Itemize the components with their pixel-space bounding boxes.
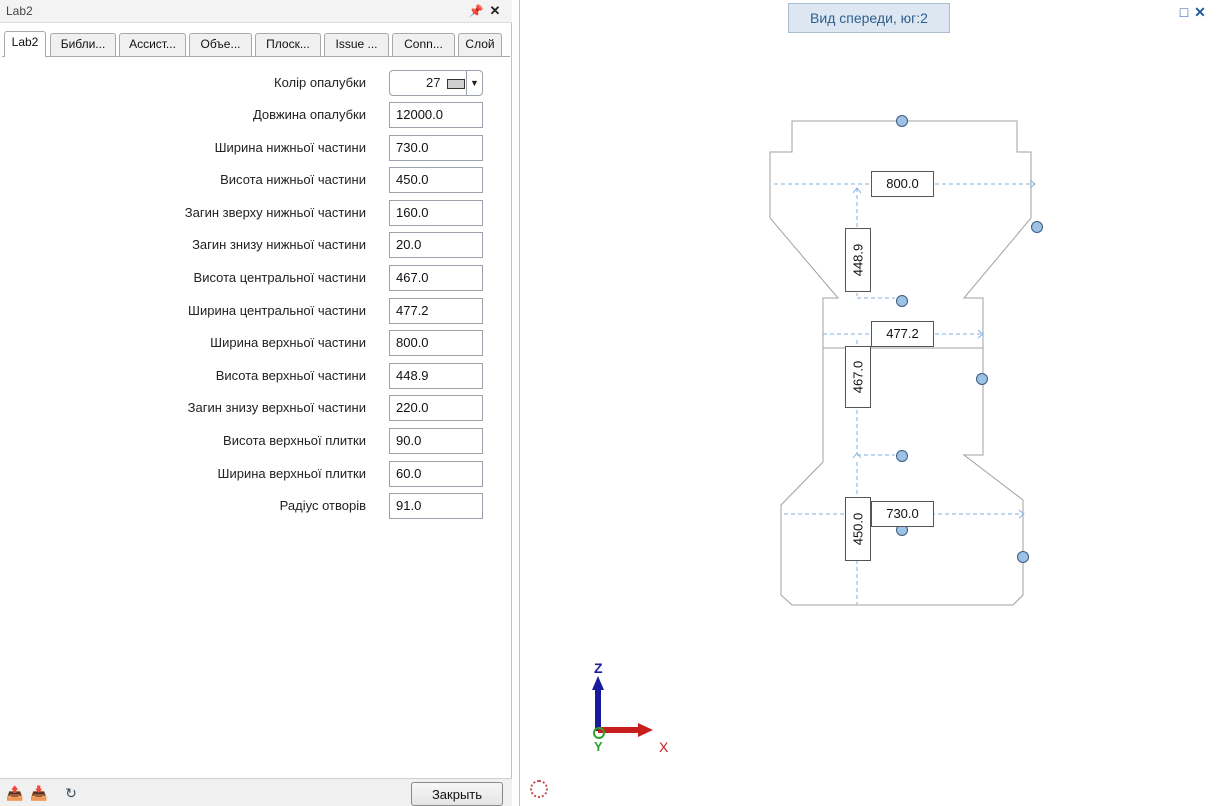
- property-row: Висота верхньої плитки 90.0: [0, 428, 512, 454]
- panel-title: Lab2: [6, 4, 33, 18]
- grip-handle: [896, 450, 908, 462]
- property-label: Висота центральної частини: [193, 270, 366, 285]
- reset-icon[interactable]: ↻: [62, 784, 80, 802]
- color-swatch: [447, 79, 465, 89]
- axis-label-z: Z: [594, 660, 603, 676]
- property-row: Ширина верхньої плитки 60.0: [0, 461, 512, 487]
- navigation-icon[interactable]: [530, 780, 548, 798]
- dimension-arrows: [852, 179, 1036, 519]
- drawing-viewport[interactable]: Вид спереди, юг:2 □ ✕ Z X Y 800.0 448.9 …: [519, 0, 1218, 806]
- property-value-field[interactable]: 20.0: [389, 232, 483, 258]
- tab-objects[interactable]: Объе...: [189, 33, 252, 56]
- property-value-field[interactable]: 90.0: [389, 428, 483, 454]
- tab-connect[interactable]: Conn...: [392, 33, 455, 56]
- property-value-field[interactable]: 730.0: [389, 135, 483, 161]
- property-value-field[interactable]: 450.0: [389, 167, 483, 193]
- property-label: Загин знизу нижньої частини: [192, 237, 366, 252]
- grip-handle: [896, 295, 908, 307]
- import-icon[interactable]: 📥: [30, 784, 48, 802]
- tab-bar: Lab2 Библи... Ассист... Объе... Плоск...…: [2, 31, 510, 57]
- property-row: Ширина верхньої частини 800.0: [0, 330, 512, 356]
- property-value-field[interactable]: 12000.0: [389, 102, 483, 128]
- export-icon[interactable]: 📤: [6, 784, 24, 802]
- property-row: Загин знизу нижньої частини 20.0: [0, 232, 512, 258]
- property-row: Висота верхньої частини 448.9: [0, 363, 512, 389]
- dimension-lines: [774, 183, 1035, 604]
- chevron-down-icon[interactable]: ▼: [466, 71, 482, 95]
- property-row: Висота нижньої частини 450.0: [0, 167, 512, 193]
- color-number: 27: [426, 75, 441, 90]
- property-label: Ширина нижньої частини: [214, 140, 366, 155]
- color-dropdown[interactable]: 27 ▼: [389, 70, 483, 96]
- property-value-field[interactable]: 160.0: [389, 200, 483, 226]
- properties-panel: Lab2 📌 ✕ Lab2 Библи... Ассист... Объе...…: [0, 0, 512, 806]
- tab-assistant[interactable]: Ассист...: [119, 33, 186, 56]
- close-button[interactable]: Закрыть: [411, 782, 503, 806]
- property-value-field[interactable]: 60.0: [389, 461, 483, 487]
- property-row: Ширина центральної частини 477.2: [0, 298, 512, 324]
- property-label: Загин знизу верхньої частини: [187, 400, 366, 415]
- pin-icon[interactable]: 📌: [467, 1, 485, 21]
- axis-label-x: X: [659, 739, 669, 755]
- property-row-color: Колір опалубки 27 ▼: [0, 70, 512, 96]
- close-icon[interactable]: ✕: [486, 1, 504, 21]
- tab-library[interactable]: Библи...: [50, 33, 116, 56]
- axis-triad: [592, 676, 653, 739]
- property-value-field[interactable]: 477.2: [389, 298, 483, 324]
- property-label: Колір опалубки: [274, 75, 366, 90]
- axis-label-y: Y: [594, 739, 603, 754]
- property-value-field[interactable]: 220.0: [389, 395, 483, 421]
- property-row: Довжина опалубки 12000.0: [0, 102, 512, 128]
- panel-titlebar: Lab2 📌 ✕: [0, 0, 512, 23]
- property-value-field[interactable]: 467.0: [389, 265, 483, 291]
- property-row: Загин знизу верхньої частини 220.0: [0, 395, 512, 421]
- dimension-center-width[interactable]: 477.2: [871, 321, 934, 347]
- property-label: Ширина верхньої частини: [210, 335, 366, 350]
- panel-footer: 📤 📥 ↻ Закрыть: [0, 778, 512, 806]
- tab-planes[interactable]: Плоск...: [255, 33, 321, 56]
- property-row: Ширина нижньої частини 730.0: [0, 135, 512, 161]
- property-label: Загин зверху нижньої частини: [184, 205, 366, 220]
- property-value-field[interactable]: 448.9: [389, 363, 483, 389]
- dimension-bottom-width[interactable]: 730.0: [871, 501, 934, 527]
- property-label: Ширина верхньої плитки: [217, 466, 366, 481]
- property-value-field[interactable]: 800.0: [389, 330, 483, 356]
- property-row: Висота центральної частини 467.0: [0, 265, 512, 291]
- property-label: Радіус отворів: [279, 498, 366, 513]
- dimension-bottom-height[interactable]: 450.0: [845, 497, 871, 561]
- grip-handle: [1017, 551, 1029, 563]
- grip-handle: [976, 373, 988, 385]
- dimension-top-width[interactable]: 800.0: [871, 171, 934, 197]
- grip-handle: [1031, 221, 1043, 233]
- tab-issue[interactable]: Issue ...: [324, 33, 389, 56]
- grip-handle: [896, 115, 908, 127]
- tab-layer[interactable]: Слой: [458, 33, 502, 56]
- property-row: Радіус отворів 91.0: [0, 493, 512, 519]
- property-label: Висота нижньої частини: [220, 172, 366, 187]
- tab-divider: [2, 56, 510, 57]
- property-value-field[interactable]: 91.0: [389, 493, 483, 519]
- property-label: Висота верхньої плитки: [223, 433, 366, 448]
- property-row: Загин зверху нижньої частини 160.0: [0, 200, 512, 226]
- property-label: Довжина опалубки: [252, 107, 366, 122]
- tab-lab2[interactable]: Lab2: [4, 31, 46, 57]
- property-label: Висота верхньої частини: [215, 368, 366, 383]
- dimension-top-height[interactable]: 448.9: [845, 228, 871, 292]
- property-label: Ширина центральної частини: [188, 303, 366, 318]
- dimension-center-height[interactable]: 467.0: [845, 346, 871, 408]
